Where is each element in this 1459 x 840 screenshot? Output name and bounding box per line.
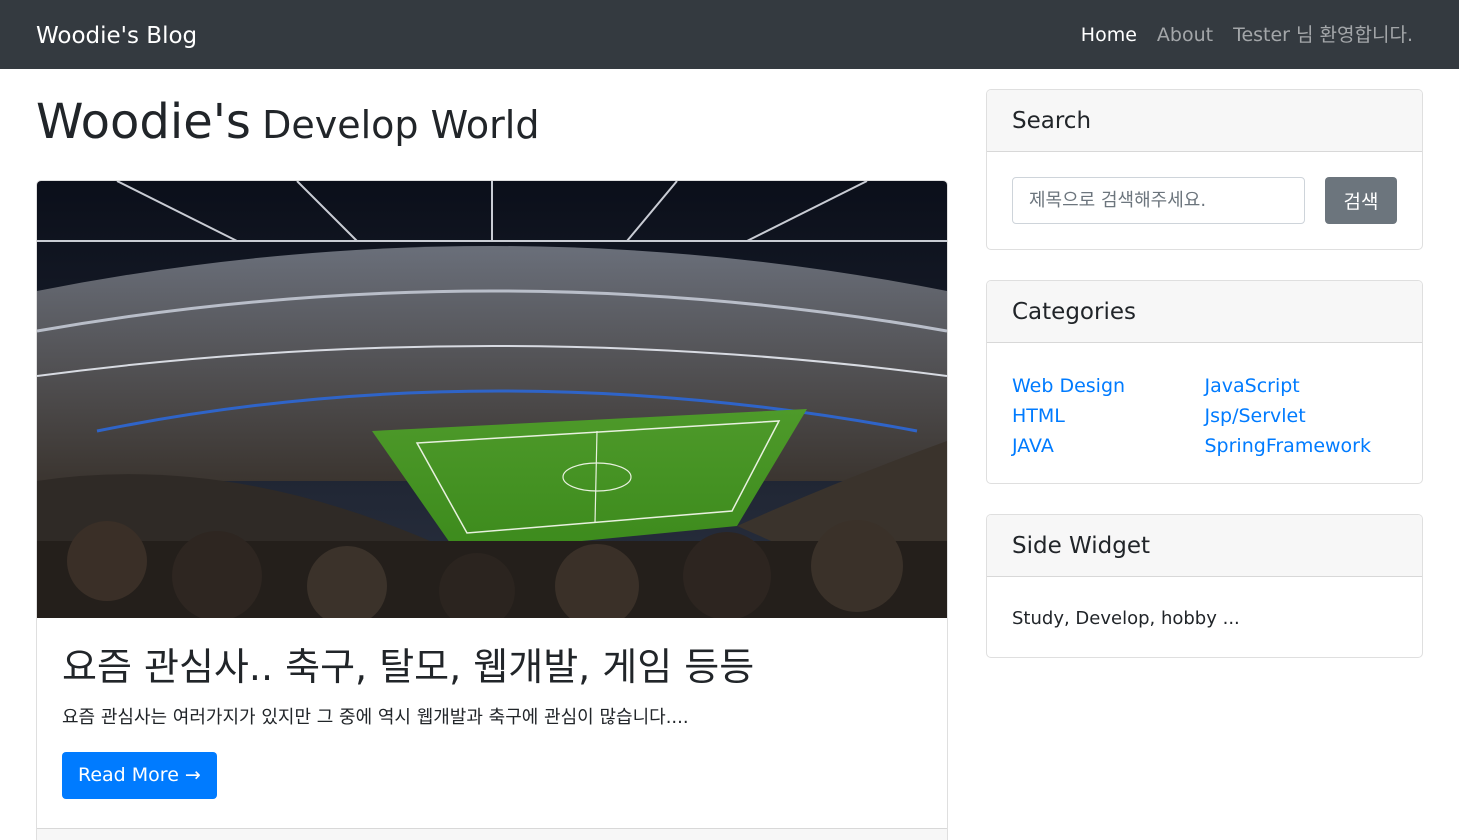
category-link-jsp-servlet[interactable]: Jsp/Servlet [1205, 405, 1306, 427]
category-link-web-design[interactable]: Web Design [1012, 375, 1125, 397]
category-link-java[interactable]: JAVA [1012, 435, 1054, 457]
search-widget: Search 검색 [986, 89, 1423, 250]
search-widget-title: Search [987, 90, 1422, 152]
category-item: JavaScript [1205, 371, 1398, 401]
side-widget: Side Widget Study, Develop, hobby ... [986, 514, 1423, 658]
category-item: Web Design [1012, 371, 1205, 401]
search-widget-body: 검색 [987, 152, 1422, 249]
post-title[interactable]: 요즘 관심사.. 축구, 탈모, 웹개발, 게임 등등 [62, 640, 922, 694]
post-excerpt: 요즘 관심사는 여러가지가 있지만 그 중에 역시 웹개발과 축구에 관심이 많… [62, 707, 689, 728]
category-link-javascript[interactable]: JavaScript [1205, 375, 1300, 397]
side-widget-text: Study, Develop, hobby ... [1012, 608, 1240, 629]
category-item: HTML [1012, 401, 1205, 431]
categories-column-right: JavaScript Jsp/Servlet SpringFramework [1205, 371, 1398, 461]
side-widget-title: Side Widget [987, 515, 1422, 577]
nav-home-link[interactable]: Home [1081, 22, 1137, 48]
categories-widget: Categories Web Design HTML JAVA JavaScri… [986, 280, 1423, 484]
categories-widget-title: Categories [987, 281, 1422, 343]
page-title-main: Woodie's [36, 94, 251, 150]
category-item: JAVA [1012, 431, 1205, 461]
brand-link[interactable]: Woodie's Blog [36, 20, 197, 52]
category-item: Jsp/Servlet [1205, 401, 1398, 431]
category-item: SpringFramework [1205, 431, 1398, 461]
read-more-button[interactable]: Read More → [62, 752, 217, 799]
post-image [37, 181, 947, 618]
categories-column-left: Web Design HTML JAVA [1012, 371, 1205, 461]
nav-links: Home About Tester 님 환영합니다. [1081, 22, 1413, 48]
category-link-html[interactable]: HTML [1012, 405, 1065, 427]
search-button[interactable]: 검색 [1325, 177, 1397, 224]
post-card: 요즘 관심사.. 축구, 탈모, 웹개발, 게임 등등 요즘 관심사는 여러가지… [36, 180, 948, 840]
categories-list: Web Design HTML JAVA JavaScript Jsp/Serv… [987, 343, 1422, 483]
page-title-sub: Develop World [262, 103, 540, 147]
top-navbar: Woodie's Blog Home About Tester 님 환영합니다. [0, 0, 1459, 69]
nav-about-link[interactable]: About [1157, 22, 1213, 48]
search-input[interactable] [1012, 177, 1305, 224]
nav-user-greeting[interactable]: Tester 님 환영합니다. [1233, 22, 1413, 48]
page-title: Woodie's Develop World [36, 92, 539, 157]
post-footer [37, 828, 947, 840]
category-link-springframework[interactable]: SpringFramework [1205, 435, 1372, 457]
post-body: 요즘 관심사.. 축구, 탈모, 웹개발, 게임 등등 요즘 관심사는 여러가지… [37, 618, 947, 821]
